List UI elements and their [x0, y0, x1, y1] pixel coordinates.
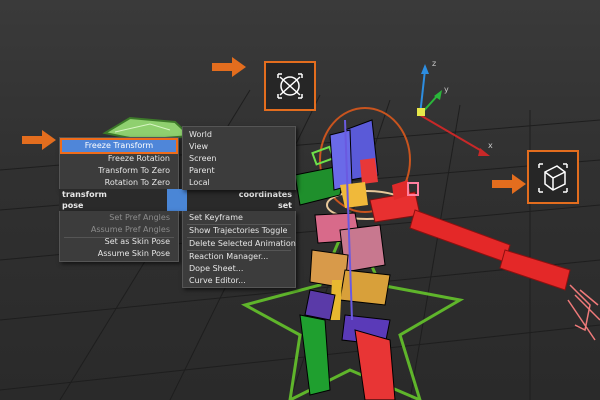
quad-menu-set: Set Keyframe Show Trajectories Toggle De… [182, 211, 296, 288]
biped-figure-icon [294, 119, 396, 400]
menu-item-transform-to-zero[interactable]: Transform To Zero [62, 165, 170, 177]
menu-item-freeze-rotation[interactable]: Freeze Rotation [62, 153, 170, 165]
arrow-right-icon [212, 57, 246, 77]
svg-text:y: y [444, 85, 449, 94]
menu-item-curve-editor[interactable]: Curve Editor... [189, 275, 246, 287]
menu-item-assume-skin-pose[interactable]: Assume Skin Pose [62, 248, 170, 260]
quad-label-coordinates: coordinates [238, 190, 292, 199]
freeze-transform-icon [264, 61, 316, 111]
menu-item-set-keyframe[interactable]: Set Keyframe [189, 212, 243, 224]
menu-item-view[interactable]: View [189, 141, 208, 153]
arrow-right-icon [492, 174, 526, 194]
menu-item-assume-pref-angles[interactable]: Assume Pref Angles [62, 224, 170, 236]
menu-item-reaction-manager[interactable]: Reaction Manager... [189, 251, 268, 263]
freeze-rotation-icon [527, 150, 579, 204]
svg-text:x: x [488, 141, 493, 150]
menu-item-parent[interactable]: Parent [189, 165, 215, 177]
quad-menu-transform: Freeze Transform Freeze Rotation Transfo… [59, 137, 179, 190]
quad-menu-pose: Set Pref Angles Assume Pref Angles Set a… [59, 211, 179, 262]
menu-item-set-pref-angles[interactable]: Set Pref Angles [62, 212, 170, 224]
menu-item-world[interactable]: World [189, 129, 212, 141]
quad-label-pose: pose [62, 201, 84, 210]
quad-center-handle[interactable] [167, 189, 187, 211]
transform-gizmo-icon: z y x [417, 59, 493, 156]
menu-item-show-trajectories-toggle[interactable]: Show Trajectories Toggle [189, 225, 287, 237]
menu-item-screen[interactable]: Screen [189, 153, 217, 165]
menu-item-rotation-to-zero[interactable]: Rotation To Zero [62, 177, 170, 189]
arrow-right-icon [22, 130, 56, 150]
menu-item-freeze-transform[interactable]: Freeze Transform [60, 138, 178, 154]
menu-item-set-as-skin-pose[interactable]: Set as Skin Pose [62, 236, 170, 248]
menu-item-delete-selected-animation[interactable]: Delete Selected Animation [189, 238, 296, 250]
quad-menu-coordinates: World View Screen Parent Local [182, 126, 296, 190]
svg-text:z: z [432, 59, 436, 68]
right-hand-icon [567, 284, 600, 341]
menu-item-dope-sheet[interactable]: Dope Sheet... [189, 263, 243, 275]
quad-label-set: set [277, 201, 292, 210]
viewport[interactable]: z y x Freeze Transform Freeze Rotation T… [0, 0, 600, 400]
quad-label-transform: transform [62, 190, 107, 199]
menu-item-local[interactable]: Local [189, 177, 210, 189]
